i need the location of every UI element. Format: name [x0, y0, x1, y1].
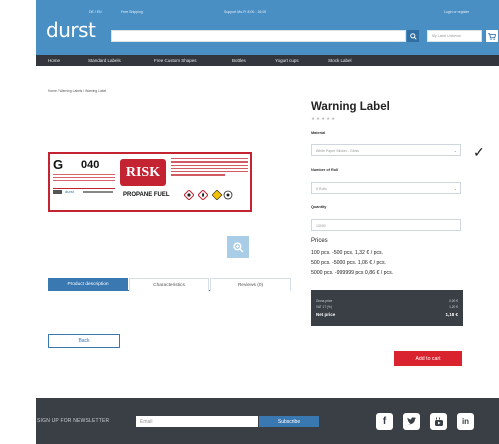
cart-button[interactable]	[486, 30, 498, 42]
label-universe-select[interactable]: My Label Universe	[427, 30, 482, 42]
vat-row: VAT 17 (%) 1,20 €	[316, 305, 458, 309]
label-text-lines	[171, 158, 248, 184]
nav-item-yogurt-cups[interactable]: Yogurt cups	[275, 58, 299, 63]
twitter-icon[interactable]	[403, 413, 420, 430]
add-to-cart-button[interactable]: Add to cart	[394, 351, 462, 366]
durst-logo[interactable]: durst	[46, 18, 96, 42]
prices-heading: Prices	[311, 238, 328, 244]
tab-product-description[interactable]: Product description	[48, 278, 128, 291]
material-label: Material	[311, 131, 326, 135]
vat-value: 1,20 €	[449, 305, 458, 309]
chevron-down-icon: ⌄	[453, 186, 457, 191]
breadcrumb[interactable]: Home / Warning Labels / Warning Label	[48, 89, 106, 93]
zoom-button[interactable]	[227, 236, 249, 258]
hazard-diamond-icon	[184, 190, 194, 200]
price-summary: Gross price 0,00 € VAT 17 (%) 1,20 € Net…	[311, 290, 463, 326]
search-button[interactable]	[407, 30, 419, 42]
back-button[interactable]: Back	[48, 334, 120, 348]
material-select[interactable]: White Paper Sticker - Gloss ⌄	[311, 144, 461, 156]
label-sub-word: PROPANE FUEL	[123, 192, 170, 198]
price-row: 100 pcs. -500 pcs. 1,32 € / pcs.	[311, 250, 384, 256]
twitter-bird-glyph	[406, 417, 416, 425]
support-hours: Support Mo-Fr 8:00 - 16:00	[224, 10, 267, 14]
gross-label: Gross price	[316, 299, 333, 303]
cart-icon	[488, 32, 496, 40]
material-value: White Paper Sticker - Gloss	[316, 149, 359, 153]
net-row: Net price 1,18 €	[316, 312, 458, 317]
rating-stars[interactable]: ★★★★★	[311, 116, 336, 122]
label-warning-text	[53, 174, 115, 183]
subscribe-button[interactable]: Subscribe	[259, 416, 319, 427]
vat-label: VAT 17 (%)	[316, 305, 332, 309]
nav-item-bottles[interactable]: Bottles	[232, 58, 246, 63]
rolls-value: 5 Rolls	[316, 187, 327, 191]
chevron-down-icon: ⌄	[453, 148, 457, 153]
label-risk-badge: RISK	[120, 159, 166, 186]
label-brand: durst	[65, 189, 74, 194]
product-tabs: Product description Characteristics Revi…	[48, 278, 291, 291]
newsletter-label: SIGN UP FOR NEWSLETTER	[37, 418, 110, 424]
main-nav: Home Standard Labels Free Custom Shapes …	[36, 55, 499, 66]
quantity-input[interactable]: 10000	[311, 219, 461, 231]
free-shipping-note: Free Shipping	[121, 10, 143, 14]
tab-reviews[interactable]: Reviews (0)	[210, 278, 291, 291]
zoom-icon	[232, 241, 243, 252]
product-image: G 040 durst RISK PROPANE FUEL	[48, 152, 252, 212]
search-icon	[409, 32, 417, 40]
youtube-icon[interactable]	[430, 413, 447, 430]
label-code-number: 040	[81, 159, 100, 171]
language-switch[interactable]: DE / EN	[89, 10, 102, 14]
youtube-glyph	[434, 417, 443, 426]
label-barcode	[53, 190, 62, 194]
site-footer: SIGN UP FOR NEWSLETTER Email Subscribe f…	[36, 398, 499, 444]
page-title: Warning Label	[311, 101, 390, 113]
flame-hazard-icon	[198, 190, 208, 200]
gross-value: 0,00 €	[449, 299, 458, 303]
net-value: 1,18 €	[445, 312, 458, 317]
nav-item-free-custom-shapes[interactable]: Free Custom Shapes	[154, 58, 197, 63]
login-link[interactable]: Login or register	[444, 10, 469, 14]
search-input[interactable]	[111, 30, 406, 42]
price-row: 5000 pcs. -999999 pcs 0,86 € / pcs.	[311, 270, 394, 276]
tab-characteristics[interactable]: Characteristics	[129, 278, 209, 291]
rolls-label: Number of Roll	[311, 168, 339, 172]
linkedin-icon[interactable]: in	[457, 413, 474, 430]
net-label: Net price	[316, 312, 336, 317]
label-code-letter: G	[53, 157, 64, 172]
quantity-value: 10000	[316, 224, 326, 228]
label-divider	[53, 188, 115, 189]
checkmark-icon: ✓	[473, 144, 485, 160]
facebook-icon[interactable]: f	[376, 413, 393, 430]
label-code-block: G 040 durst	[53, 157, 115, 207]
quantity-label: Quantity	[311, 205, 327, 209]
site-header: durst DE / EN Free Shipping Support Mo-F…	[36, 0, 499, 55]
email-field[interactable]: Email	[136, 416, 258, 427]
nav-item-standard-labels[interactable]: Standard Labels	[88, 58, 121, 63]
warning-symbols-icon	[212, 190, 233, 200]
label-fine-print	[83, 191, 113, 193]
nav-item-stock-label[interactable]: Stock Label	[328, 58, 352, 63]
nav-item-home[interactable]: Home	[48, 58, 60, 63]
gross-row: Gross price 0,00 €	[316, 299, 458, 303]
rolls-select[interactable]: 5 Rolls ⌄	[311, 182, 461, 194]
price-row: 500 pcs. -5000 pcs. 1,06 € / pcs.	[311, 260, 386, 266]
